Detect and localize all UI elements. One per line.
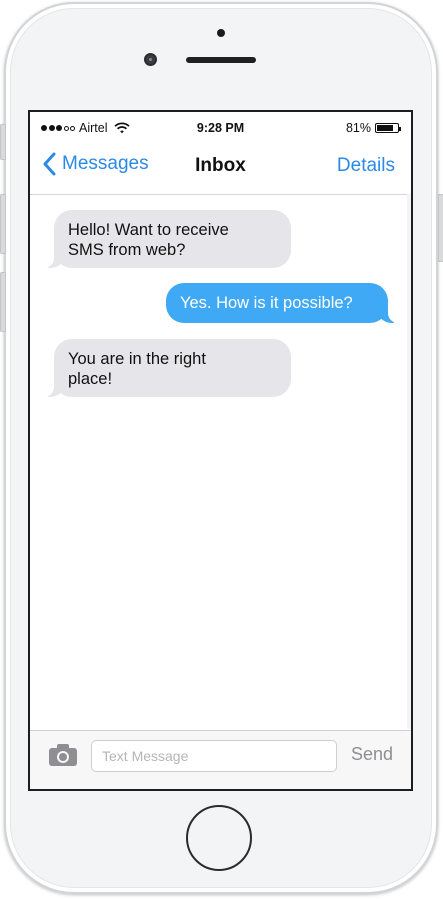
home-button[interactable] xyxy=(186,805,252,871)
message-bubble-outgoing[interactable]: Yes. How is it possible? xyxy=(166,283,398,323)
scroll-edge xyxy=(407,194,411,729)
proximity-sensor xyxy=(217,29,225,37)
power-button xyxy=(438,194,443,262)
message-bubble-incoming[interactable]: You are in the right place! xyxy=(44,339,291,397)
message-composer: Send xyxy=(30,730,411,789)
status-bar: Airtel 9:28 PM 81% xyxy=(30,112,411,142)
message-bubble-incoming[interactable]: Hello! Want to receive SMS from web? xyxy=(44,210,291,268)
volume-down-button xyxy=(0,272,6,332)
send-button[interactable]: Send xyxy=(351,744,393,765)
battery-percent: 81% xyxy=(345,121,371,135)
mute-switch xyxy=(0,124,6,160)
message-line: place! xyxy=(68,370,113,388)
message-line: You are in the right xyxy=(68,350,206,368)
front-camera xyxy=(144,53,157,66)
camera-icon[interactable] xyxy=(48,743,78,767)
message-line: Hello! Want to receive xyxy=(68,221,229,239)
volume-up-button xyxy=(0,194,6,254)
battery-fill xyxy=(377,125,393,131)
battery-status: 81% xyxy=(345,121,401,135)
message-text: Hello! Want to receive SMS from web? xyxy=(68,221,229,259)
message-text: Yes. How is it possible? xyxy=(180,294,353,312)
battery-icon xyxy=(375,123,401,133)
screen: Airtel 9:28 PM 81% Messages Inbox Detail… xyxy=(28,110,413,791)
details-button[interactable]: Details xyxy=(337,155,395,177)
navigation-bar: Messages Inbox Details xyxy=(30,142,411,195)
message-line: SMS from web? xyxy=(68,241,186,259)
message-input[interactable] xyxy=(91,740,337,772)
message-text: You are in the right place! xyxy=(68,350,206,388)
earpiece-speaker xyxy=(186,57,256,63)
